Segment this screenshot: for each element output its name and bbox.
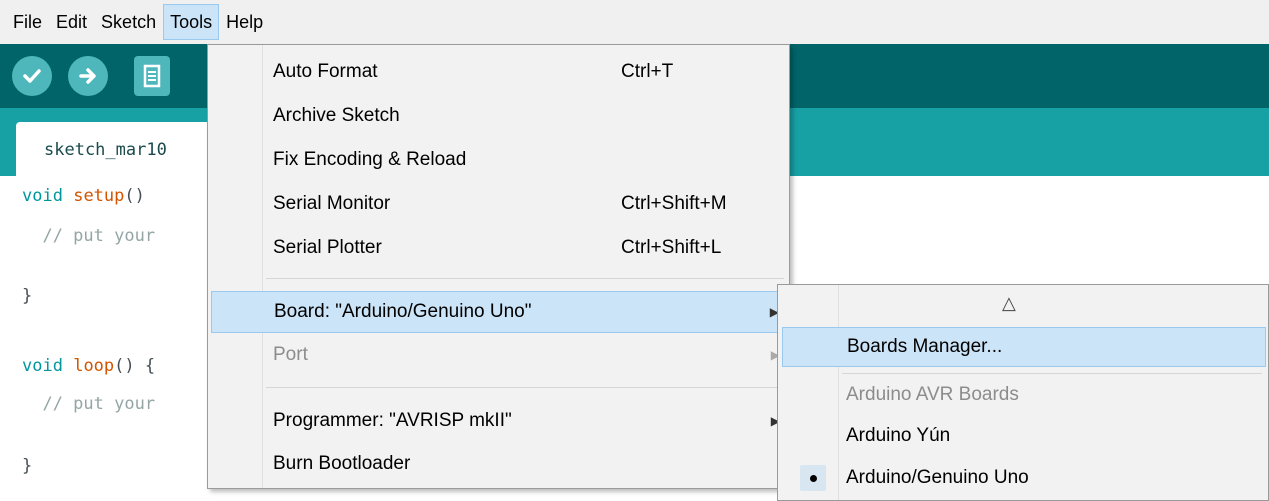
menu-item-board[interactable]: Board: "Arduino/Genuino Uno" ▶: [211, 291, 786, 333]
menu-help[interactable]: Help: [219, 4, 270, 40]
menu-item-label: Fix Encoding & Reload: [273, 149, 467, 170]
menu-item-port[interactable]: Port ▶: [211, 335, 786, 377]
menu-separator: [266, 278, 784, 279]
menu-item-label: Arduino Yún: [846, 425, 951, 446]
code-line: // put your: [22, 226, 155, 246]
menu-item-serial-plotter[interactable]: Serial Plotter Ctrl+Shift+L: [211, 228, 786, 270]
menu-item-label: Archive Sketch: [273, 105, 400, 126]
menu-item-burn-bootloader[interactable]: Burn Bootloader: [211, 444, 786, 486]
arrow-right-icon: [79, 68, 96, 84]
code-line: }: [22, 286, 32, 306]
code-comment: // put your: [22, 394, 156, 414]
code-function: setup: [73, 186, 125, 206]
menu-item-shortcut: Ctrl+Shift+M: [621, 193, 727, 214]
code-line: // put your: [22, 394, 155, 414]
menu-item-shortcut: Ctrl+Shift+L: [621, 237, 722, 258]
code-text: }: [22, 456, 33, 476]
menu-edit[interactable]: Edit: [49, 4, 94, 40]
menu-item-serial-monitor[interactable]: Serial Monitor Ctrl+Shift+M: [211, 184, 786, 226]
code-line: }: [22, 456, 32, 476]
code-comment: // put your: [22, 226, 156, 246]
menu-item-programmer[interactable]: Programmer: "AVRISP mkII" ▶: [211, 401, 786, 443]
upload-button[interactable]: [68, 56, 108, 96]
menu-item-label: Auto Format: [273, 61, 378, 82]
menu-item-archive-sketch[interactable]: Archive Sketch: [211, 96, 786, 138]
code-text: (): [124, 186, 145, 206]
submenu-header-avr-boards: Arduino AVR Boards: [782, 376, 1266, 416]
menu-item-label: Board: "Arduino/Genuino Uno": [274, 301, 532, 322]
tab-sketch[interactable]: sketch_mar10: [16, 122, 226, 176]
tools-menu: Auto Format Ctrl+T Archive Sketch Fix En…: [207, 44, 790, 489]
submenu-item-boards-manager[interactable]: Boards Manager...: [782, 327, 1266, 367]
menu-item-label: Serial Monitor: [273, 193, 391, 214]
menu-sketch[interactable]: Sketch: [94, 4, 163, 40]
code-keyword: void: [22, 186, 63, 206]
submenu-item-arduino-yun[interactable]: Arduino Yún: [782, 417, 1266, 457]
menu-item-label: Arduino/Genuino Uno: [846, 467, 1029, 488]
scroll-up-icon[interactable]: △: [1002, 293, 1016, 314]
menu-separator: [266, 387, 784, 388]
menu-item-label: Arduino AVR Boards: [846, 384, 1019, 405]
code-function: loop: [73, 356, 115, 376]
menu-item-fix-encoding[interactable]: Fix Encoding & Reload: [211, 140, 786, 182]
menu-item-label: Burn Bootloader: [273, 453, 411, 474]
code-text: () {: [114, 356, 156, 376]
menu-item-auto-format[interactable]: Auto Format Ctrl+T: [211, 52, 786, 94]
new-sketch-button[interactable]: [134, 56, 170, 96]
file-icon: [143, 64, 161, 88]
code-text: }: [22, 286, 33, 306]
code-keyword: void: [22, 356, 63, 376]
menu-file[interactable]: File: [6, 4, 49, 40]
check-icon: [23, 69, 41, 83]
submenu-item-arduino-uno[interactable]: Arduino/Genuino Uno: [782, 459, 1266, 499]
board-submenu: △ Boards Manager... Arduino AVR Boards A…: [777, 284, 1269, 501]
menu-tools[interactable]: Tools: [163, 4, 220, 40]
menu-separator: [842, 373, 1262, 374]
menu-item-label: Programmer: "AVRISP mkII": [273, 410, 512, 431]
radio-selected-icon: [800, 465, 826, 491]
code-line: void setup(): [22, 186, 145, 206]
menu-item-shortcut: Ctrl+T: [621, 61, 674, 82]
code-line: void loop() {: [22, 356, 155, 376]
menu-item-label: Boards Manager...: [847, 336, 1003, 357]
menu-item-label: Port: [273, 344, 308, 365]
verify-button[interactable]: [12, 56, 52, 96]
menubar: File Edit Sketch Tools Help: [0, 0, 1269, 44]
menu-item-label: Serial Plotter: [273, 237, 382, 258]
